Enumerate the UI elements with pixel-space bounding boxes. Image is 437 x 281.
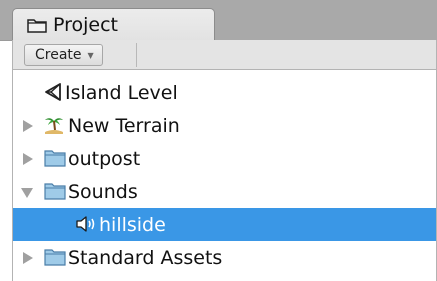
create-button-label: Create xyxy=(35,47,82,63)
expand-arrow-icon[interactable] xyxy=(23,252,33,264)
project-panel: Project Create ▼ Island Level New Terrai… xyxy=(0,0,437,281)
project-tree: Island Level New Terrain outpost Sounds … xyxy=(13,76,436,274)
folder-icon xyxy=(27,17,47,33)
tree-item-label: Standard Assets xyxy=(68,247,223,269)
tree-item-island-level[interactable]: Island Level xyxy=(13,76,436,109)
chevron-down-icon: ▼ xyxy=(87,50,94,60)
tree-item-label: outpost xyxy=(68,148,141,170)
tab-project-label: Project xyxy=(53,14,119,36)
folder-icon xyxy=(44,148,66,168)
folder-icon xyxy=(44,181,66,201)
collapse-arrow-icon[interactable] xyxy=(21,188,33,198)
audio-clip-icon xyxy=(75,214,97,234)
tab-bar: Project xyxy=(0,0,437,41)
tree-item-new-terrain[interactable]: New Terrain xyxy=(13,109,436,142)
tree-item-label: New Terrain xyxy=(68,115,180,137)
tree-item-outpost[interactable]: outpost xyxy=(13,142,436,175)
expand-arrow-icon[interactable] xyxy=(23,153,33,165)
tree-item-label: hillside xyxy=(99,214,166,236)
tree-item-hillside[interactable]: hillside xyxy=(13,208,436,241)
tab-project[interactable]: Project xyxy=(12,8,215,41)
toolbar-divider xyxy=(136,43,137,67)
tree-item-label: Sounds xyxy=(68,181,138,203)
tree-item-sounds[interactable]: Sounds xyxy=(13,175,436,208)
project-toolbar: Create ▼ xyxy=(12,40,437,70)
tree-item-standard-assets[interactable]: Standard Assets xyxy=(13,241,436,274)
unity-scene-icon xyxy=(43,82,65,102)
folder-icon xyxy=(44,247,66,267)
terrain-palm-icon xyxy=(43,115,65,135)
create-button[interactable]: Create ▼ xyxy=(24,44,103,66)
expand-arrow-icon[interactable] xyxy=(23,120,33,132)
tree-item-label: Island Level xyxy=(65,82,178,104)
